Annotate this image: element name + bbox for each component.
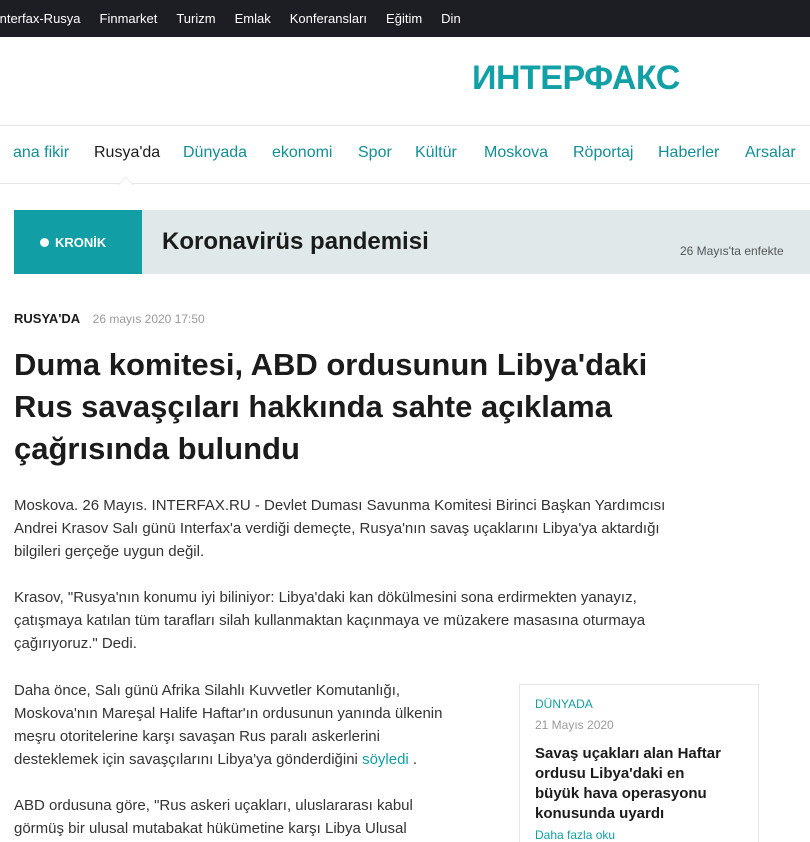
nav-item-moskova[interactable]: Moskova bbox=[484, 144, 548, 162]
article-rubric[interactable]: RUSYA'DA bbox=[14, 311, 80, 326]
nav-item-haberler[interactable]: Haberler bbox=[658, 144, 719, 162]
header: ИНТЕРФАКС bbox=[0, 37, 810, 126]
related-title-line: konusunda uyardı bbox=[535, 805, 665, 822]
nav-item-spor[interactable]: Spor bbox=[358, 144, 392, 162]
headline-line: Rus savaşçıları hakkında sahte açıklama bbox=[14, 389, 612, 424]
active-nav-indicator bbox=[118, 177, 134, 185]
related-article-card[interactable]: DÜNYADA 21 Mayıs 2020 Savaş uçakları ala… bbox=[519, 684, 759, 842]
paragraph-line: çağırıyoruz." Dedi. bbox=[14, 635, 137, 652]
nav-item-ana-fikir[interactable]: ana fikir bbox=[13, 144, 69, 162]
paragraph-line: Krasov, "Rusya'nın konumu iyi biliniyor:… bbox=[14, 589, 637, 606]
network-link-konferanslari[interactable]: Konferansları bbox=[290, 11, 367, 26]
paragraph-line: görmüş bir ulusal mutabakat hükümetine k… bbox=[14, 820, 407, 837]
network-links: Interfax-Rusya Finmarket Turizm Emlak Ko… bbox=[0, 0, 480, 37]
site-logo[interactable]: ИНТЕРФАКС bbox=[472, 59, 680, 98]
paragraph-line: Moskova. 26 Mayıs. INTERFAX.RU - Devlet … bbox=[14, 497, 666, 514]
read-more-link[interactable]: Daha fazla oku bbox=[535, 828, 615, 842]
main-nav: ana fikir Rusya'da Dünyada ekonomi Spor … bbox=[0, 127, 810, 185]
related-title-line: ordusu Libya'daki en bbox=[535, 765, 685, 782]
article-paragraph-3: Daha önce, Salı günü Afrika Silahlı Kuvv… bbox=[14, 679, 442, 771]
paragraph-text: . bbox=[408, 751, 418, 768]
related-title-line: büyük hava operasyonu bbox=[535, 785, 707, 802]
paragraph-line: Daha önce, Salı günü Afrika Silahlı Kuvv… bbox=[14, 682, 401, 699]
related-title[interactable]: Savaş uçakları alan Haftar ordusu Libya'… bbox=[535, 744, 755, 824]
related-rubric[interactable]: DÜNYADA bbox=[535, 697, 593, 711]
paragraph-line: bilgileri gerçeğe uygun değil. bbox=[14, 543, 205, 560]
nav-item-dunyada[interactable]: Dünyada bbox=[183, 144, 247, 162]
source-link[interactable]: söyledi bbox=[362, 751, 409, 768]
network-link-emlak[interactable]: Emlak bbox=[235, 11, 271, 26]
paragraph-line: Moskova'nın Mareşal Halife Haftar'ın ord… bbox=[14, 705, 443, 722]
related-title-line: Savaş uçakları alan Haftar bbox=[535, 745, 721, 762]
article-paragraph-4: ABD ordusuna göre, "Rus askeri uçakları,… bbox=[14, 794, 413, 840]
nav-item-arsalar[interactable]: Arsalar bbox=[745, 144, 796, 162]
paragraph-line: meşru otoritelerine karşı savaşan Rus pa… bbox=[14, 728, 380, 745]
article-headline: Duma komitesi, ABD ordusunun Libya'daki … bbox=[14, 344, 774, 470]
network-link-finmarket[interactable]: Finmarket bbox=[100, 11, 158, 26]
kronik-note: 26 Mayıs'ta enfekte bbox=[680, 244, 784, 258]
article-date: 26 mayıs 2020 17:50 bbox=[92, 312, 205, 326]
paragraph-line: çatışmaya katılan tüm tarafları silah ku… bbox=[14, 612, 646, 629]
nav-item-roportaj[interactable]: Röportaj bbox=[573, 144, 633, 162]
top-bar: Interfax-Rusya Finmarket Turizm Emlak Ko… bbox=[0, 0, 810, 37]
article-paragraph-1: Moskova. 26 Mayıs. INTERFAX.RU - Devlet … bbox=[14, 494, 665, 563]
headline-line: çağrısında bulundu bbox=[14, 431, 300, 466]
kronik-tag: KRONİK bbox=[14, 210, 142, 274]
network-link-din[interactable]: Din bbox=[441, 11, 461, 26]
paragraph-line: Andrei Krasov Salı günü Interfax'a verdi… bbox=[14, 520, 660, 537]
article-paragraph-2: Krasov, "Rusya'nın konumu iyi biliniyor:… bbox=[14, 586, 645, 655]
nav-item-rusyada[interactable]: Rusya'da bbox=[94, 144, 160, 162]
headline-line: Duma komitesi, ABD ordusunun Libya'daki bbox=[14, 347, 648, 382]
network-link-interfax-rusya[interactable]: Interfax-Rusya bbox=[0, 11, 81, 26]
kronik-banner[interactable]: KRONİK Koronavirüs pandemisi 26 Mayıs'ta… bbox=[14, 210, 810, 274]
related-date: 21 Mayıs 2020 bbox=[535, 718, 614, 732]
kronik-title[interactable]: Koronavirüs pandemisi bbox=[162, 228, 429, 256]
paragraph-line: ABD ordusuna göre, "Rus askeri uçakları,… bbox=[14, 797, 413, 814]
network-link-egitim[interactable]: Eğitim bbox=[386, 11, 422, 26]
live-dot-icon bbox=[40, 237, 49, 247]
article-meta: RUSYA'DA 26 mayıs 2020 17:50 bbox=[14, 310, 205, 328]
nav-item-ekonomi[interactable]: ekonomi bbox=[272, 144, 332, 162]
network-link-turizm[interactable]: Turizm bbox=[176, 11, 215, 26]
paragraph-text: desteklemek için savaşçılarını Libya'ya … bbox=[14, 751, 358, 768]
paragraph-line: desteklemek için savaşçılarını Libya'ya … bbox=[14, 748, 442, 771]
nav-item-kultur[interactable]: Kültür bbox=[415, 144, 457, 162]
kronik-tag-label: KRONİK bbox=[55, 234, 107, 250]
